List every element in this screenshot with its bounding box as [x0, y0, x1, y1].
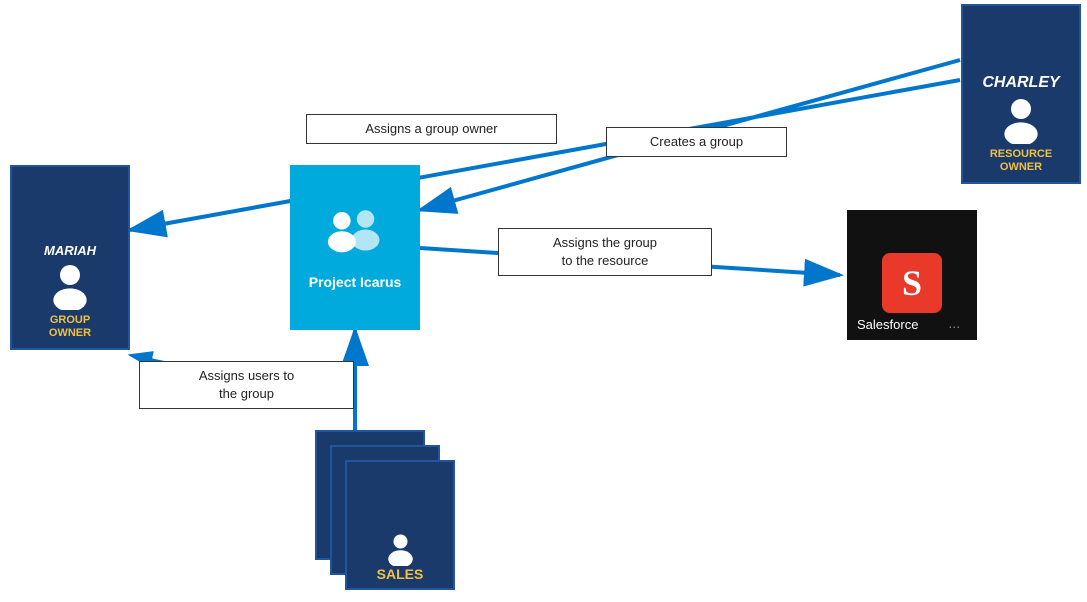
mariah-card: MARIAH GROUP OWNER — [10, 165, 130, 350]
charley-card: CHARLEY RESOURCE OWNER — [961, 4, 1081, 184]
charley-name: CHARLEY — [982, 74, 1059, 92]
salesforce-label: Salesforce — [857, 317, 918, 332]
charley-role-line2: OWNER — [1000, 161, 1042, 174]
project-icarus-card: Project Icarus — [290, 165, 420, 330]
charley-avatar-icon — [996, 94, 1046, 144]
salesforce-menu-dots: ... — [948, 315, 960, 331]
charley-role-line1: RESOURCE — [990, 148, 1052, 161]
salesforce-logo: S — [882, 253, 942, 313]
salesforce-s-letter: S — [902, 262, 922, 304]
assigns-users-label: Assigns users tothe group — [139, 361, 354, 409]
salesforce-card: S Salesforce ... — [847, 210, 977, 340]
assigns-users-text: Assigns users tothe group — [199, 368, 294, 401]
assigns-group-owner-label: Assigns a group owner — [306, 114, 557, 144]
assigns-group-resource-label: Assigns the groupto the resource — [498, 228, 712, 276]
mariah-avatar-icon — [45, 260, 95, 310]
mariah-name: MARIAH — [44, 243, 96, 258]
group-icon — [320, 203, 390, 263]
mariah-role-line1: GROUP — [50, 314, 90, 327]
sales-role: SALES — [377, 566, 424, 582]
project-icarus-label: Project Icarus — [309, 273, 402, 291]
creates-group-label: Creates a group — [606, 127, 787, 157]
sales-card: SALES — [345, 460, 455, 590]
assigns-resource-text: Assigns the groupto the resource — [553, 235, 657, 268]
mariah-role-line2: OWNER — [49, 327, 91, 340]
sales-avatar-icon — [383, 531, 418, 566]
